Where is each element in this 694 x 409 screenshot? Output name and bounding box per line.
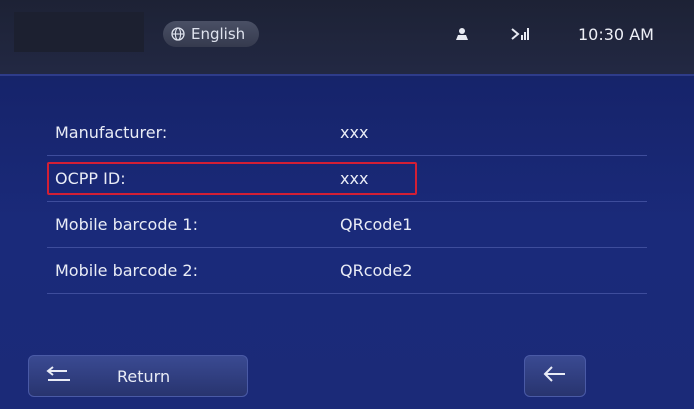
user-icon [455, 22, 469, 46]
return-label: Return [117, 366, 171, 386]
clock-time: 10:30 AM [578, 24, 654, 44]
return-arrow-icon [45, 364, 73, 388]
signal-off-icon [510, 22, 530, 46]
info-row-mobile-barcode-2: Mobile barcode 2: QRcode2 [47, 248, 647, 294]
info-label: Mobile barcode 2: [55, 261, 198, 280]
info-value: xxx [340, 123, 369, 142]
info-value: QRcode2 [340, 261, 413, 280]
language-label: English [191, 25, 246, 43]
language-selector[interactable]: English [163, 21, 260, 47]
info-row-ocpp-id[interactable]: OCPP ID: xxx [47, 156, 647, 202]
logo-placeholder [14, 12, 144, 52]
selection-highlight [47, 162, 417, 195]
info-value: QRcode1 [340, 215, 413, 234]
return-button[interactable]: Return [28, 355, 248, 397]
info-row-mobile-barcode-1: Mobile barcode 1: QRcode1 [47, 202, 647, 248]
device-info-list: Manufacturer: xxx OCPP ID: xxx Mobile ba… [47, 110, 647, 294]
top-bar: English 10:30 AM [0, 0, 694, 76]
info-label: Mobile barcode 1: [55, 215, 198, 234]
back-arrow-icon [542, 364, 568, 388]
info-row-manufacturer: Manufacturer: xxx [47, 110, 647, 156]
info-label: Manufacturer: [55, 123, 168, 142]
settings-info-screen: English 10:30 AM Manufacturer: xxx OCPP [0, 0, 694, 409]
globe-icon [171, 27, 185, 41]
back-button[interactable] [524, 355, 586, 397]
